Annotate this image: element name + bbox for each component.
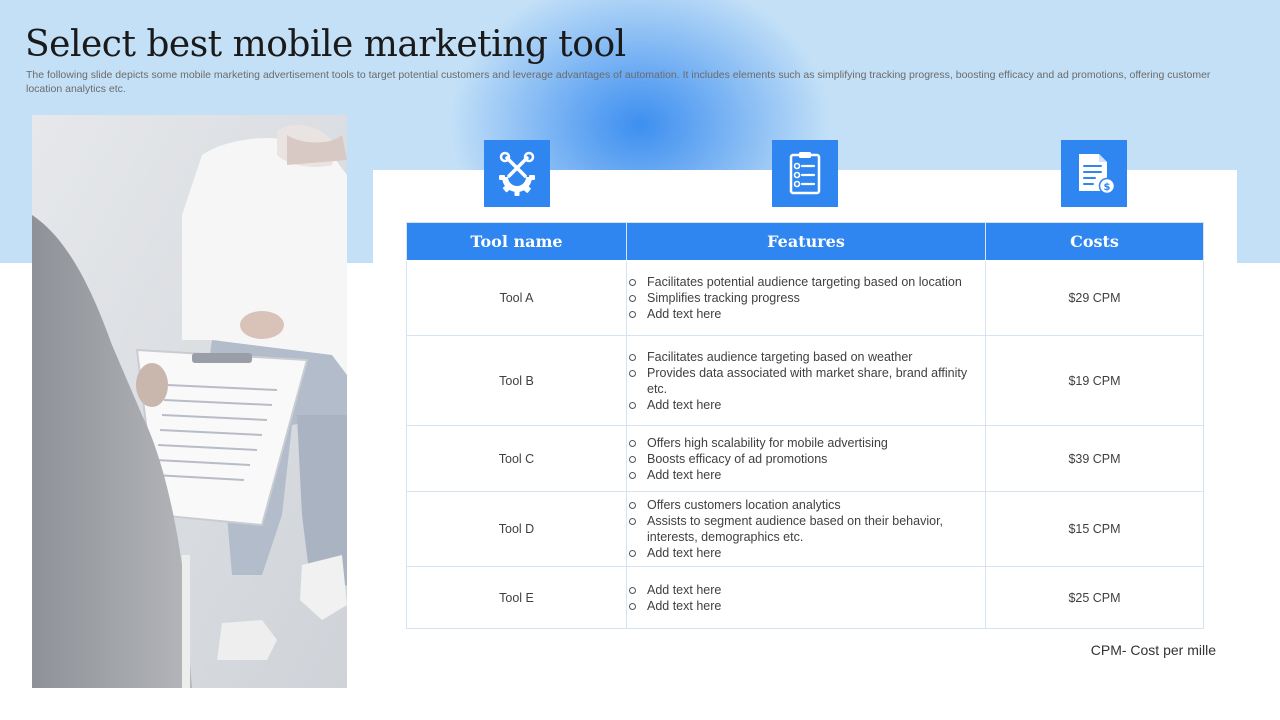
tool-name-cell: Tool C [406, 425, 627, 492]
feature-item: Facilitates potential audience targeting… [627, 274, 985, 290]
features-cell: Offers high scalability for mobile adver… [626, 425, 986, 492]
features-cell: Facilitates audience targeting based on … [626, 335, 986, 426]
table-row: Tool A Facilitates potential audience ta… [406, 260, 1204, 336]
feature-item: Offers customers location analytics [627, 497, 985, 513]
tool-name-cell: Tool A [406, 260, 627, 336]
tool-name-cell: Tool D [406, 491, 627, 567]
feature-item: Add text here [627, 306, 985, 322]
page-title: Select best mobile marketing tool [25, 24, 626, 65]
cost-document-icon: $ [1061, 140, 1127, 207]
tools-gear-icon [484, 140, 550, 207]
tool-name-cell: Tool B [406, 335, 627, 426]
column-header-costs: Costs [985, 222, 1204, 261]
feature-item: Add text here [627, 582, 985, 598]
photo-interview-clipboard [32, 115, 347, 688]
column-header-features: Features [626, 222, 986, 261]
page-subtitle: The following slide depicts some mobile … [26, 69, 1211, 95]
table-row: Tool B Facilitates audience targeting ba… [406, 335, 1204, 426]
feature-item: Offers high scalability for mobile adver… [627, 435, 985, 451]
cost-cell: $15 CPM [985, 491, 1204, 567]
feature-item: Provides data associated with market sha… [627, 365, 985, 397]
feature-item: Add text here [627, 598, 985, 614]
features-cell: Offers customers location analytics Assi… [626, 491, 986, 567]
tools-table: Tool name Features Costs Tool A Facilita… [406, 222, 1204, 629]
table-row: Tool E Add text here Add text here $25 C… [406, 566, 1204, 629]
feature-item: Boosts efficacy of ad promotions [627, 451, 985, 467]
feature-item: Add text here [627, 397, 985, 413]
cost-cell: $25 CPM [985, 566, 1204, 629]
table-row: Tool D Offers customers location analyti… [406, 491, 1204, 567]
table-header-row: Tool name Features Costs [406, 222, 1204, 261]
features-cell: Add text here Add text here [626, 566, 986, 629]
svg-text:$: $ [1104, 182, 1111, 193]
feature-item: Assists to segment audience based on the… [627, 513, 985, 545]
feature-item: Simplifies tracking progress [627, 290, 985, 306]
checklist-clipboard-icon [772, 140, 838, 207]
feature-item: Facilitates audience targeting based on … [627, 349, 985, 365]
table-row: Tool C Offers high scalability for mobil… [406, 425, 1204, 492]
feature-item: Add text here [627, 467, 985, 483]
cost-cell: $39 CPM [985, 425, 1204, 492]
column-header-tool-name: Tool name [406, 222, 627, 261]
features-cell: Facilitates potential audience targeting… [626, 260, 986, 336]
cost-cell: $19 CPM [985, 335, 1204, 426]
cost-cell: $29 CPM [985, 260, 1204, 336]
feature-item: Add text here [627, 545, 985, 561]
footnote-cpm: CPM- Cost per mille [1090, 642, 1216, 658]
tool-name-cell: Tool E [406, 566, 627, 629]
